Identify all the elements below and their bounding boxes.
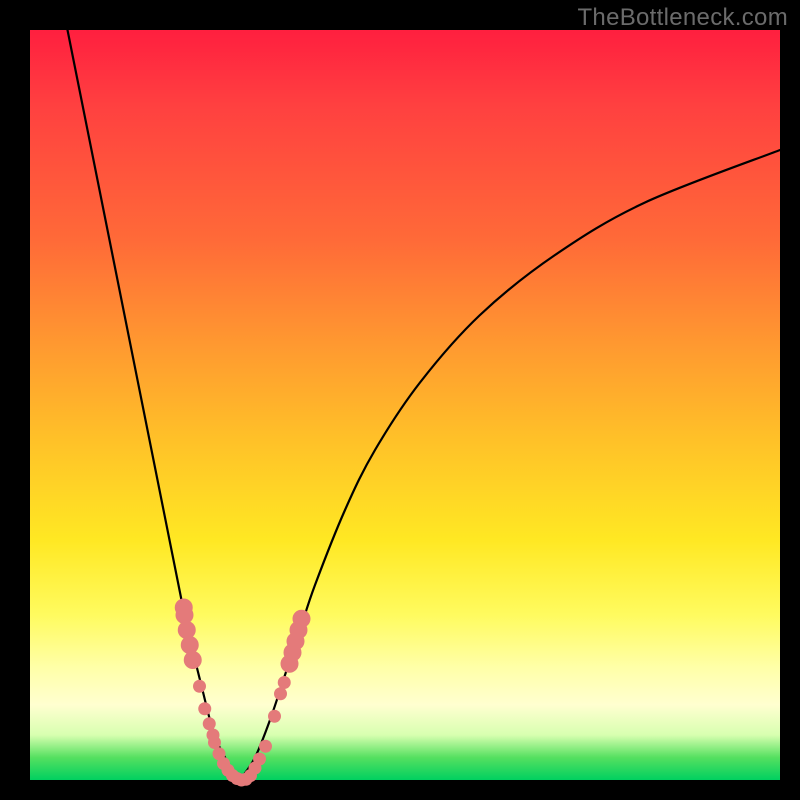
chart-svg — [30, 30, 780, 780]
right-curve-line — [240, 150, 780, 780]
marker-dot — [198, 702, 211, 715]
marker-dot — [181, 636, 199, 654]
watermark-text: TheBottleneck.com — [577, 4, 788, 32]
chart-frame: TheBottleneck.com — [0, 0, 800, 800]
marker-dot — [293, 610, 311, 628]
marker-dot — [278, 676, 291, 689]
marker-dot — [193, 680, 206, 693]
left-curve-line — [68, 30, 241, 780]
marker-dot — [274, 687, 287, 700]
marker-dot — [178, 621, 196, 639]
marker-dot — [253, 753, 266, 766]
marker-dot — [268, 710, 281, 723]
marker-dot — [203, 717, 216, 730]
marker-dot — [259, 740, 272, 753]
marker-dot — [184, 651, 202, 669]
marker-group — [175, 599, 311, 787]
marker-dot — [208, 736, 221, 749]
